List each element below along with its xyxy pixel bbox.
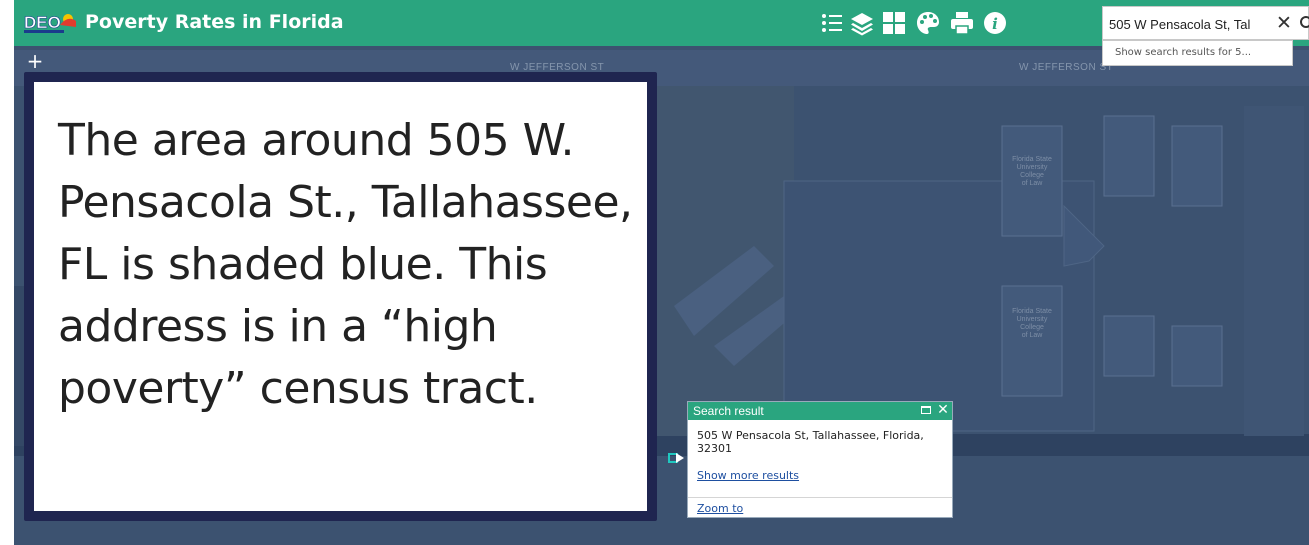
search-result-popup: Search result ✕ 505 W Pensacola St, Tall… (687, 401, 953, 518)
info-icon[interactable]: i (982, 10, 1008, 36)
street-label: W JEFFERSON ST (1019, 62, 1114, 73)
deo-logo-text: DEO (24, 13, 61, 32)
caption-text: The area around 505 W. Pensacola St., Ta… (58, 115, 633, 414)
search-box: ✕ (1102, 6, 1309, 40)
popup-address: 505 W Pensacola St, Tallahassee, Florida… (697, 429, 924, 455)
caption-box: The area around 505 W. Pensacola St., Ta… (24, 72, 657, 521)
basemap-gallery-icon[interactable] (881, 10, 907, 36)
poi-label: Florida State University College of Law (1012, 308, 1052, 339)
deo-logo: DEO (24, 13, 76, 33)
close-icon[interactable]: ✕ (936, 401, 950, 419)
popup-header: Search result ✕ (688, 402, 952, 420)
close-icon[interactable]: ✕ (1273, 12, 1295, 34)
popup-title: Search result (693, 404, 764, 418)
search-icon[interactable] (1298, 12, 1309, 34)
search-suggestion[interactable]: Show search results for 5... (1102, 40, 1293, 66)
legend-list-icon[interactable] (819, 10, 845, 36)
svg-text:i: i (992, 15, 998, 33)
maximize-icon[interactable] (921, 406, 931, 414)
app-title: Poverty Rates in Florida (85, 11, 344, 33)
zoom-in-button[interactable]: + (24, 51, 46, 73)
search-input[interactable] (1109, 14, 1269, 34)
color-palette-icon[interactable] (915, 10, 941, 36)
layers-icon[interactable] (849, 10, 875, 36)
show-more-results-link[interactable]: Show more results (697, 469, 799, 482)
print-icon[interactable] (949, 10, 975, 36)
poi-label: Florida State University College of Law (1012, 156, 1052, 187)
zoom-to-link[interactable]: Zoom to (697, 502, 743, 515)
popup-pointer (676, 453, 684, 463)
popup-divider (688, 497, 952, 498)
